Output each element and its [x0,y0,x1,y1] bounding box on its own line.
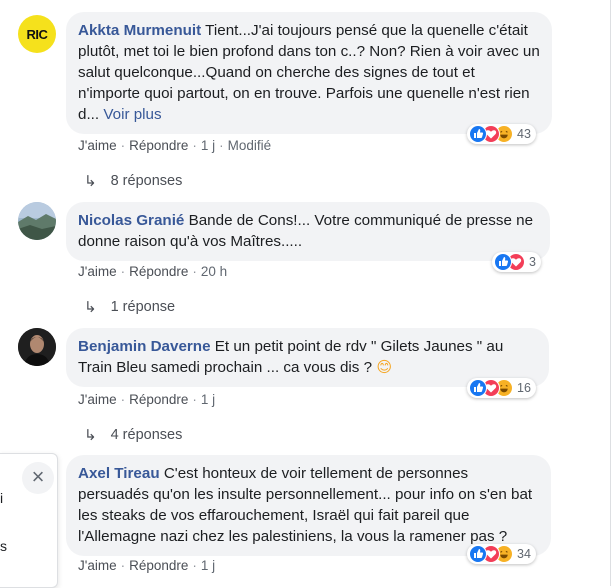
avatar[interactable] [18,328,56,366]
comment-actions: J'aime · Répondre · 1 j [78,558,216,573]
like-link[interactable]: J'aime [78,558,117,573]
reply-arrow-icon: ↳ [84,173,97,190]
view-replies[interactable]: ↳ 1 réponse [84,298,175,316]
comment-bubble: Akkta Murmenuit Tient...J'ai toujours pe… [66,12,552,134]
view-replies[interactable]: ↳ 4 réponses [84,426,182,444]
landscape-photo-icon [18,202,56,240]
replies-count[interactable]: 8 réponses [111,173,183,189]
comment-author[interactable]: Benjamin Daverne [78,338,211,355]
replies-count[interactable]: 1 réponse [111,299,176,315]
reply-link[interactable]: Répondre [129,264,188,279]
smile-emoji: 😊 [376,358,393,376]
comment-actions: J'aime · Répondre · 1 j [78,392,216,407]
close-icon[interactable]: × [22,462,54,494]
like-link[interactable]: J'aime [78,392,117,407]
profile-photo-icon [18,328,56,366]
reply-link[interactable]: Répondre [129,138,188,153]
like-reaction-icon [494,253,512,271]
comment-time[interactable]: 1 j [201,392,215,407]
comment-time[interactable]: 20 h [201,264,227,279]
reaction-count: 3 [529,255,536,269]
comment-time[interactable]: 1 j [201,138,215,153]
comment-author[interactable]: Akkta Murmenuit [78,22,201,39]
avatar-text: RIC [26,26,48,42]
reaction-count: 16 [517,381,531,395]
reaction-count: 34 [517,547,531,561]
comment-bubble: Axel Tireau C'est honteux de voir tellem… [66,455,551,556]
reply-arrow-icon: ↳ [84,299,97,316]
reply-arrow-icon: ↳ [84,427,97,444]
feed-right-border [610,0,611,586]
like-reaction-icon [469,545,487,563]
avatar[interactable]: RIC [18,15,56,53]
reaction-count: 43 [517,127,531,141]
view-replies[interactable]: ↳ 8 réponses [84,172,182,190]
comment-actions: J'aime · Répondre · 1 j · Modifié [78,138,272,153]
reply-link[interactable]: Répondre [129,392,188,407]
reply-link[interactable]: Répondre [129,558,188,573]
like-link[interactable]: J'aime [78,138,117,153]
panel-text-fragment: i [0,490,4,506]
edited-label[interactable]: Modifié [228,138,272,153]
comment-author[interactable]: Axel Tireau [78,465,160,482]
reaction-summary[interactable]: 43 [467,124,536,144]
see-more-link[interactable]: Voir plus [103,106,161,123]
comment-actions: J'aime · Répondre · 20 h [78,264,228,279]
like-link[interactable]: J'aime [78,264,117,279]
like-reaction-icon [469,125,487,143]
comment-bubble: Nicolas Granié Bande de Cons!... Votre c… [66,202,550,261]
reaction-summary[interactable]: 16 [467,378,536,398]
replies-count[interactable]: 4 réponses [111,427,183,443]
comment-time[interactable]: 1 j [201,558,215,573]
panel-text-fragment: s [0,538,7,554]
comment-author[interactable]: Nicolas Granié [78,212,184,229]
like-reaction-icon [469,379,487,397]
reaction-summary[interactable]: 34 [467,544,536,564]
avatar[interactable] [18,202,56,240]
side-popup-panel: × i s [0,453,58,588]
reaction-summary[interactable]: 3 [492,252,541,272]
